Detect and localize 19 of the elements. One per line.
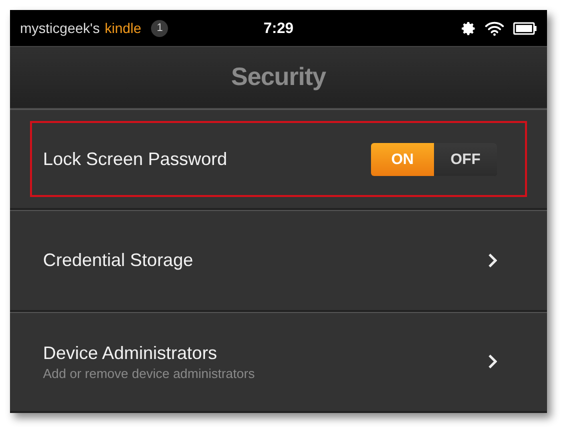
settings-row[interactable]: Device Administrators Add or remove device administrators	[10, 312, 547, 413]
page-title: Security	[231, 63, 326, 92]
clock-time: 7:29	[263, 20, 294, 36]
notification-badge[interactable]: 1	[151, 20, 168, 36]
wifi-icon	[485, 20, 504, 36]
settings-row[interactable]: Credential Storage	[10, 210, 547, 312]
device-name: kindle	[104, 20, 142, 36]
battery-icon	[513, 22, 537, 34]
setting-label: Credential Storage	[43, 250, 194, 271]
settings-row[interactable]: Lock Screen Password ON OFF	[10, 109, 547, 210]
on-off-switch[interactable]: ON OFF	[371, 142, 497, 176]
setting-label: Lock Screen Password	[43, 148, 228, 170]
switch-option[interactable]: OFF	[434, 142, 497, 176]
chevron-right-icon	[488, 252, 497, 268]
setting-label: Device Administrators	[43, 342, 218, 364]
device-owner: mysticgeek's	[20, 20, 100, 36]
settings-icon[interactable]	[461, 20, 476, 36]
setting-description: Add or remove device administrators	[43, 366, 255, 381]
chevron-right-icon	[488, 354, 497, 370]
